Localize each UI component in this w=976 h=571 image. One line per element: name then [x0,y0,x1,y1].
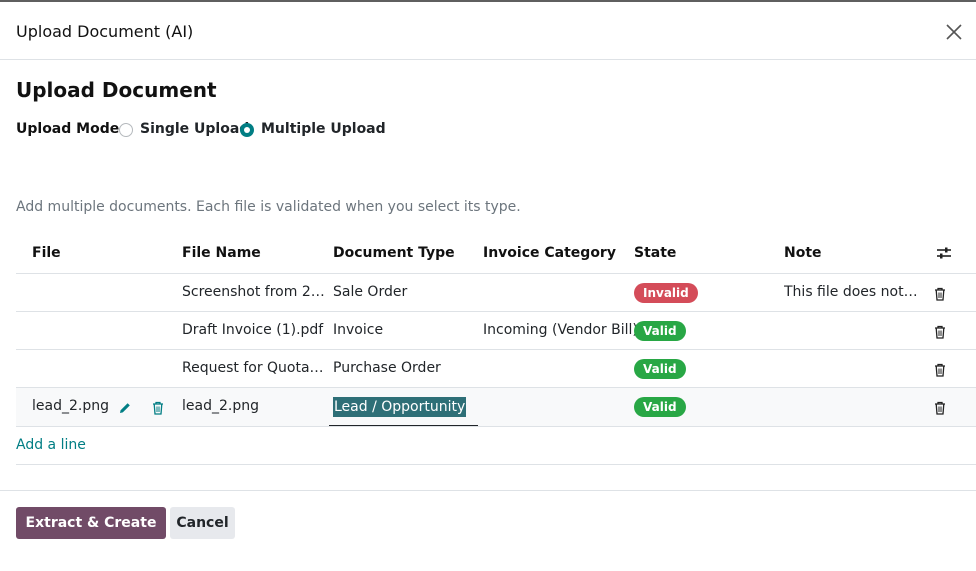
state-badge-valid: Valid [634,321,686,341]
trash-icon[interactable] [152,401,164,415]
upload-hint: Add multiple documents. Each file is val… [16,199,521,215]
close-icon[interactable] [944,22,964,42]
row-file-name[interactable]: Screenshot from 20… [182,284,328,300]
trash-icon[interactable] [934,401,946,415]
pencil-icon[interactable] [118,401,132,415]
row-document-type[interactable]: Purchase Order [333,360,479,376]
trash-icon[interactable] [934,287,946,301]
footer-divider [0,490,976,491]
table-row[interactable]: Screenshot from 20… Sale Order Invalid T… [16,274,976,312]
table-header: File File Name Document Type Invoice Cat… [16,236,976,274]
table-row[interactable]: Draft Invoice (1).pdf Invoice Incoming (… [16,312,976,350]
col-state[interactable]: State [634,245,676,261]
row-file-name[interactable]: Draft Invoice (1).pdf [182,322,328,338]
row-file-name[interactable]: Request for Quotat… [182,360,328,376]
col-invoice-category[interactable]: Invoice Category [483,245,616,261]
section-title: Upload Document [16,78,217,102]
col-note[interactable]: Note [784,245,822,261]
col-file[interactable]: File [32,245,61,261]
trash-icon[interactable] [934,363,946,377]
upload-dialog: Upload Document (AI) Upload Document Upl… [0,0,976,563]
multiple-upload-label[interactable]: Multiple Upload [261,121,386,137]
single-upload-label[interactable]: Single Upload [140,121,249,137]
single-upload-radio[interactable] [119,123,133,137]
document-type-input[interactable]: Lead / Opportunity [329,388,478,426]
state-badge-invalid: Invalid [634,283,698,303]
row-invoice-category[interactable]: Incoming (Vendor Bill) [483,322,638,338]
document-type-selected-text[interactable]: Lead / Opportunity [333,397,467,417]
row-document-type[interactable]: Sale Order [333,284,479,300]
dialog-title: Upload Document (AI) [16,22,194,41]
table-row[interactable]: Request for Quotat… Purchase Order Valid [16,350,976,388]
table-row-editing[interactable]: lead_2.png lead_2.png Lead / Opportunity… [16,388,976,427]
row-file: lead_2.png [32,398,109,414]
upload-mode-label: Upload Mode [16,121,120,137]
row-file-name[interactable]: lead_2.png [182,398,328,414]
add-line-row [16,427,976,465]
column-settings-icon[interactable] [936,245,952,261]
add-line-link[interactable]: Add a line [16,437,86,453]
trash-icon[interactable] [934,325,946,339]
col-document-type[interactable]: Document Type [333,245,455,261]
dialog-header: Upload Document (AI) [0,2,976,60]
cancel-button[interactable]: Cancel [170,507,235,539]
row-note[interactable]: This file does not a… [784,284,922,300]
extract-create-all-button[interactable]: Extract & Create All [16,507,166,563]
row-document-type[interactable]: Invoice [333,322,479,338]
multiple-upload-radio[interactable] [240,123,254,137]
col-file-name[interactable]: File Name [182,245,261,261]
state-badge-valid: Valid [634,359,686,379]
state-badge-valid: Valid [634,397,686,417]
